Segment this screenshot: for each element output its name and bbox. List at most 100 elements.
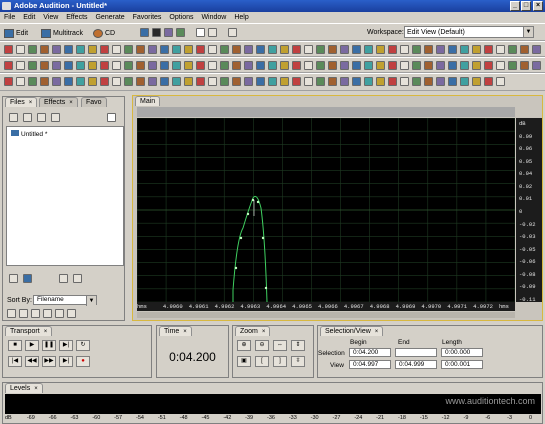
toolbar-tool-icon[interactable] (436, 77, 445, 86)
display-pan-icon[interactable] (164, 28, 173, 37)
toolbar-tool-icon[interactable] (160, 61, 169, 70)
toolbar-tool-icon[interactable] (364, 61, 373, 70)
view-begin-field[interactable]: 0:04.997 (349, 360, 391, 369)
toolbar-tool-icon[interactable] (424, 61, 433, 70)
toolbar-tool-icon[interactable] (376, 45, 385, 54)
toolbar-tool-icon[interactable] (376, 77, 385, 86)
tab-time[interactable]: Time × (159, 326, 192, 336)
display-spectral-icon[interactable] (152, 28, 161, 37)
toolbar-tool-icon[interactable] (532, 45, 541, 54)
toolbar-tool-icon[interactable] (448, 45, 457, 54)
close-tab-icon[interactable]: × (375, 329, 379, 335)
selection-end-field[interactable] (395, 348, 437, 357)
maximize-button[interactable]: □ (521, 1, 531, 11)
toolbar-tool-icon[interactable] (436, 61, 445, 70)
toolbar-tool-icon[interactable] (256, 61, 265, 70)
toolbar-tool-icon[interactable] (160, 45, 169, 54)
show-path-icon[interactable] (67, 309, 76, 318)
toolbar-tool-icon[interactable] (112, 45, 121, 54)
waveform-display[interactable] (136, 117, 516, 303)
toolbar-tool-icon[interactable] (184, 45, 193, 54)
toolbar-tool-icon[interactable] (520, 45, 529, 54)
show-video-icon[interactable] (31, 309, 40, 318)
toolbar-tool-icon[interactable] (40, 61, 49, 70)
cd-view-button[interactable]: CD (92, 26, 115, 41)
toolbar-tool-icon[interactable] (88, 45, 97, 54)
toolbar-tool-icon[interactable] (340, 45, 349, 54)
toolbar-tool-icon[interactable] (484, 77, 493, 86)
tab-selection-view[interactable]: Selection/View × (320, 326, 384, 336)
tab-levels[interactable]: Levels × (5, 383, 43, 393)
toolbar-tool-icon[interactable] (472, 61, 481, 70)
toolbar-tool-icon[interactable] (496, 45, 505, 54)
toolbar-tool-icon[interactable] (16, 77, 25, 86)
toolbar-tool-icon[interactable] (232, 77, 241, 86)
toolbar-tool-icon[interactable] (496, 61, 505, 70)
menu-help[interactable]: Help (234, 14, 248, 21)
close-tab-icon[interactable]: × (262, 329, 266, 335)
tab-transport[interactable]: Transport × (5, 326, 53, 336)
toolbar-tool-icon[interactable] (16, 61, 25, 70)
toolbar-tool-icon[interactable] (400, 77, 409, 86)
toolbar-tool-icon[interactable] (100, 77, 109, 86)
zoom-to-left-edge-button[interactable]: [ (255, 356, 269, 367)
toolbar-tool-icon[interactable] (292, 61, 301, 70)
menu-window[interactable]: Window (201, 14, 226, 21)
amplitude-ruler[interactable]: dB 0.09 0.06 0.05 0.04 0.02 0.01 0 -0.02 -0.03 -0.… (516, 118, 542, 303)
toolbar-tool-icon[interactable] (16, 45, 25, 54)
toolbar-tool-icon[interactable] (76, 45, 85, 54)
tab-main[interactable]: Main (135, 96, 161, 106)
toolbar-tool-icon[interactable] (340, 61, 349, 70)
close-tab-icon[interactable]: × (34, 386, 38, 392)
toolbar-tool-icon[interactable] (460, 45, 469, 54)
minimize-button[interactable]: _ (510, 1, 520, 11)
toolbar-tool-icon[interactable] (268, 45, 277, 54)
time-ruler[interactable]: hms 4.9960 4.9961 4.9962 4.9963 4.9964 4.9965 4… (137, 302, 515, 311)
play-icon[interactable] (73, 274, 82, 283)
toolbar-tool-icon[interactable] (172, 77, 181, 86)
edit-file-icon[interactable] (37, 113, 46, 122)
toolbar-tool-icon[interactable] (4, 77, 13, 86)
toolbar-tool-icon[interactable] (508, 45, 517, 54)
toolbar-tool-icon[interactable] (364, 77, 373, 86)
tab-favorites[interactable]: Favo (81, 97, 107, 107)
toolbar-tool-icon[interactable] (172, 45, 181, 54)
toolbar-tool-icon[interactable] (460, 61, 469, 70)
menu-options[interactable]: Options (169, 14, 193, 21)
toolbar-tool-icon[interactable] (124, 77, 133, 86)
toolbar-tool-icon[interactable] (424, 77, 433, 86)
list-item[interactable]: Untitled * (11, 130, 47, 138)
marquee-tool-icon[interactable] (208, 28, 217, 37)
toolbar-tool-icon[interactable] (64, 77, 73, 86)
toolbar-tool-icon[interactable] (412, 61, 421, 70)
play-to-end-button[interactable]: ▶| (59, 340, 73, 351)
toolbar-tool-icon[interactable] (244, 45, 253, 54)
toolbar-tool-icon[interactable] (352, 77, 361, 86)
zoom-in-vertical-button[interactable]: ⇕ (291, 340, 305, 351)
toolbar-tool-icon[interactable] (124, 45, 133, 54)
rewind-button[interactable]: ◀◀ (25, 356, 39, 367)
toolbar-tool-icon[interactable] (316, 61, 325, 70)
toolbar-tool-icon[interactable] (196, 61, 205, 70)
time-selection-tool-icon[interactable] (196, 28, 205, 37)
toolbar-tool-icon[interactable] (460, 77, 469, 86)
toolbar-tool-icon[interactable] (244, 77, 253, 86)
toolbar-tool-icon[interactable] (88, 61, 97, 70)
toolbar-tool-icon[interactable] (100, 45, 109, 54)
zoom-to-right-edge-button[interactable]: ] (273, 356, 287, 367)
show-cd-icon[interactable] (55, 309, 64, 318)
toolbar-tool-icon[interactable] (328, 61, 337, 70)
stop-button[interactable]: ■ (8, 340, 22, 351)
toolbar-tool-icon[interactable] (208, 61, 217, 70)
spot-healing-icon[interactable] (228, 28, 237, 37)
toolbar-tool-icon[interactable] (100, 61, 109, 70)
toolbar-tool-icon[interactable] (400, 45, 409, 54)
close-file-icon[interactable] (23, 113, 32, 122)
toolbar-tool-icon[interactable] (328, 45, 337, 54)
toolbar-tool-icon[interactable] (40, 77, 49, 86)
toolbar-tool-icon[interactable] (124, 61, 133, 70)
toolbar-tool-icon[interactable] (472, 77, 481, 86)
toolbar-tool-icon[interactable] (4, 61, 13, 70)
menu-view[interactable]: View (43, 14, 58, 21)
toolbar-tool-icon[interactable] (184, 61, 193, 70)
